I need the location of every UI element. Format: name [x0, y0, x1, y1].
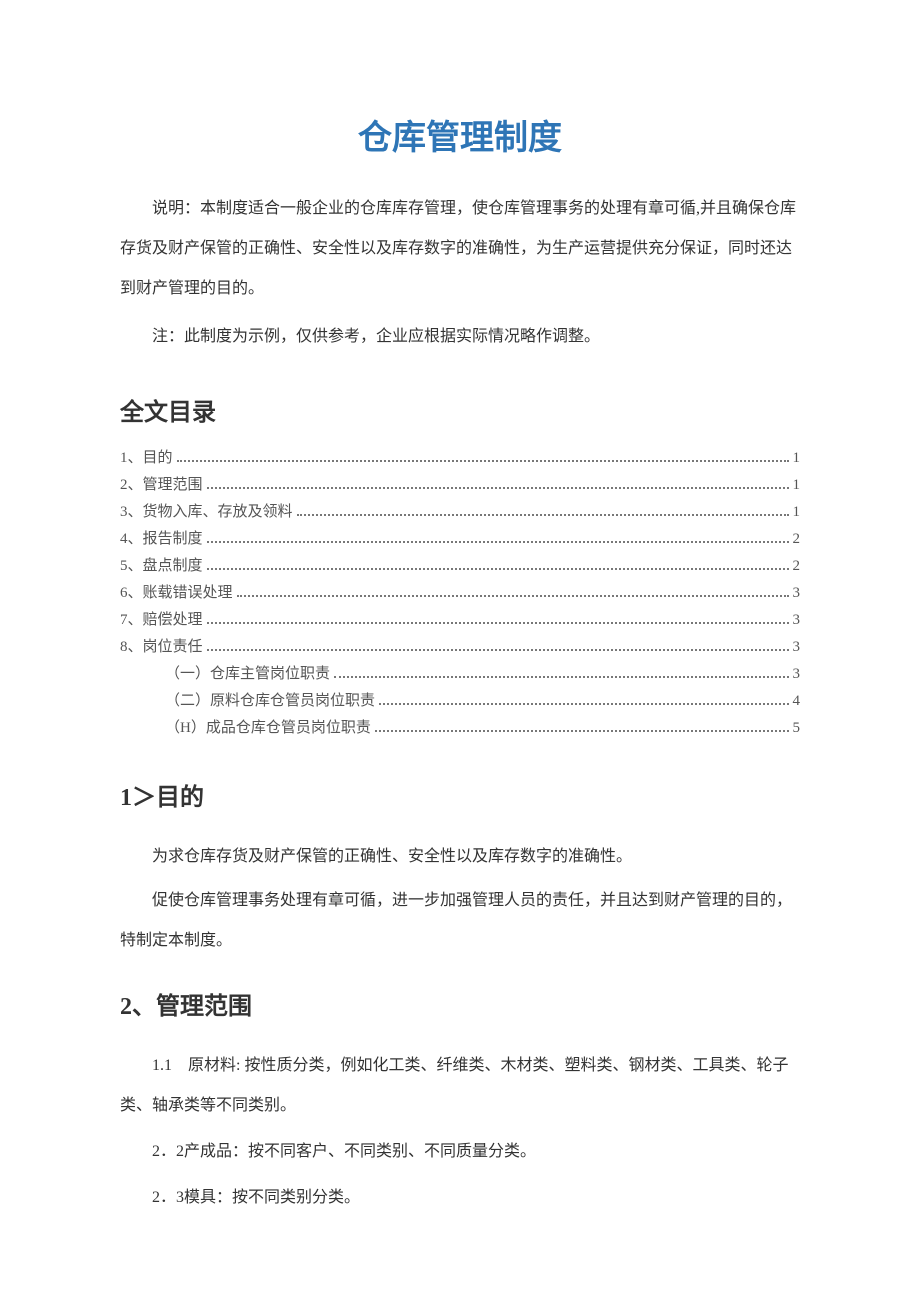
document-title: 仓库管理制度	[120, 110, 800, 159]
toc-dots	[379, 703, 788, 705]
toc-dots	[375, 730, 789, 732]
toc-item-sub: （一）仓库主管岗位职责 3	[120, 661, 800, 688]
toc-label: （H）成品仓库仓管员岗位职责	[165, 715, 371, 742]
toc-page: 1	[793, 499, 801, 526]
toc-page: 2	[793, 526, 801, 553]
intro-paragraph: 说明：本制度适合一般企业的仓库库存管理，使仓库管理事务的处理有章可循,并且确保仓…	[120, 189, 800, 309]
toc-item-sub: （二）原料仓库仓管员岗位职责 4	[120, 688, 800, 715]
toc-dots	[177, 460, 789, 462]
toc-label: 5、盘点制度	[120, 553, 203, 580]
toc-dots	[207, 649, 789, 651]
toc-dots	[207, 568, 789, 570]
toc-page: 1	[793, 472, 801, 499]
section-1-p1: 为求仓库存货及财产保管的正确性、安全性以及库存数字的准确性。	[120, 837, 800, 877]
toc-page: 5	[793, 715, 801, 742]
toc-heading: 全文目录	[120, 392, 800, 427]
section-1-p2: 促使仓库管理事务处理有章可循，进一步加强管理人员的责任，并且达到财产管理的目的，…	[120, 881, 800, 961]
toc-label: 4、报告制度	[120, 526, 203, 553]
toc-item: 8、岗位责任 3	[120, 634, 800, 661]
toc-item: 3、货物入库、存放及领料 1	[120, 499, 800, 526]
toc-item: 1、目的 1	[120, 445, 800, 472]
toc-item: 2、管理范围 1	[120, 472, 800, 499]
toc-label: 2、管理范围	[120, 472, 203, 499]
section-1-heading: 1＞目的	[120, 777, 800, 812]
toc-label: 1、目的	[120, 445, 173, 472]
toc-page: 3	[793, 634, 801, 661]
toc-dots	[237, 595, 789, 597]
section-2-p2: 2．2产成品：按不同客户、不同类别、不同质量分类。	[120, 1132, 800, 1172]
toc-page: 3	[793, 580, 801, 607]
toc-page: 1	[793, 445, 801, 472]
toc-dots	[334, 676, 788, 678]
section-2-p1: 1.1 原材料: 按性质分类，例如化工类、纤维类、木材类、塑料类、钢材类、工具类…	[120, 1046, 800, 1126]
note-paragraph: 注：此制度为示例，仅供参考，企业应根据实际情况略作调整。	[120, 317, 800, 357]
toc-label: 8、岗位责任	[120, 634, 203, 661]
toc-dots	[207, 622, 789, 624]
toc-dots	[207, 541, 789, 543]
toc-item: 5、盘点制度 2	[120, 553, 800, 580]
toc-label: （一）仓库主管岗位职责	[165, 661, 330, 688]
toc-page: 4	[793, 688, 801, 715]
toc-item-sub: （H）成品仓库仓管员岗位职责 5	[120, 715, 800, 742]
section-2-p3: 2．3模具：按不同类别分类。	[120, 1178, 800, 1218]
toc-label: 3、货物入库、存放及领料	[120, 499, 293, 526]
toc-page: 2	[793, 553, 801, 580]
toc-dots	[207, 487, 789, 489]
toc-page: 3	[793, 661, 801, 688]
section-2-heading: 2、管理范围	[120, 986, 800, 1021]
toc-label: 6、账载错误处理	[120, 580, 233, 607]
toc-dots	[297, 514, 789, 516]
toc-page: 3	[793, 607, 801, 634]
toc-item: 7、赔偿处理 3	[120, 607, 800, 634]
toc-item: 6、账载错误处理 3	[120, 580, 800, 607]
toc-item: 4、报告制度 2	[120, 526, 800, 553]
toc-label: （二）原料仓库仓管员岗位职责	[165, 688, 375, 715]
table-of-contents: 1、目的 1 2、管理范围 1 3、货物入库、存放及领料 1 4、报告制度 2 5、盘点…	[120, 445, 800, 742]
toc-label: 7、赔偿处理	[120, 607, 203, 634]
